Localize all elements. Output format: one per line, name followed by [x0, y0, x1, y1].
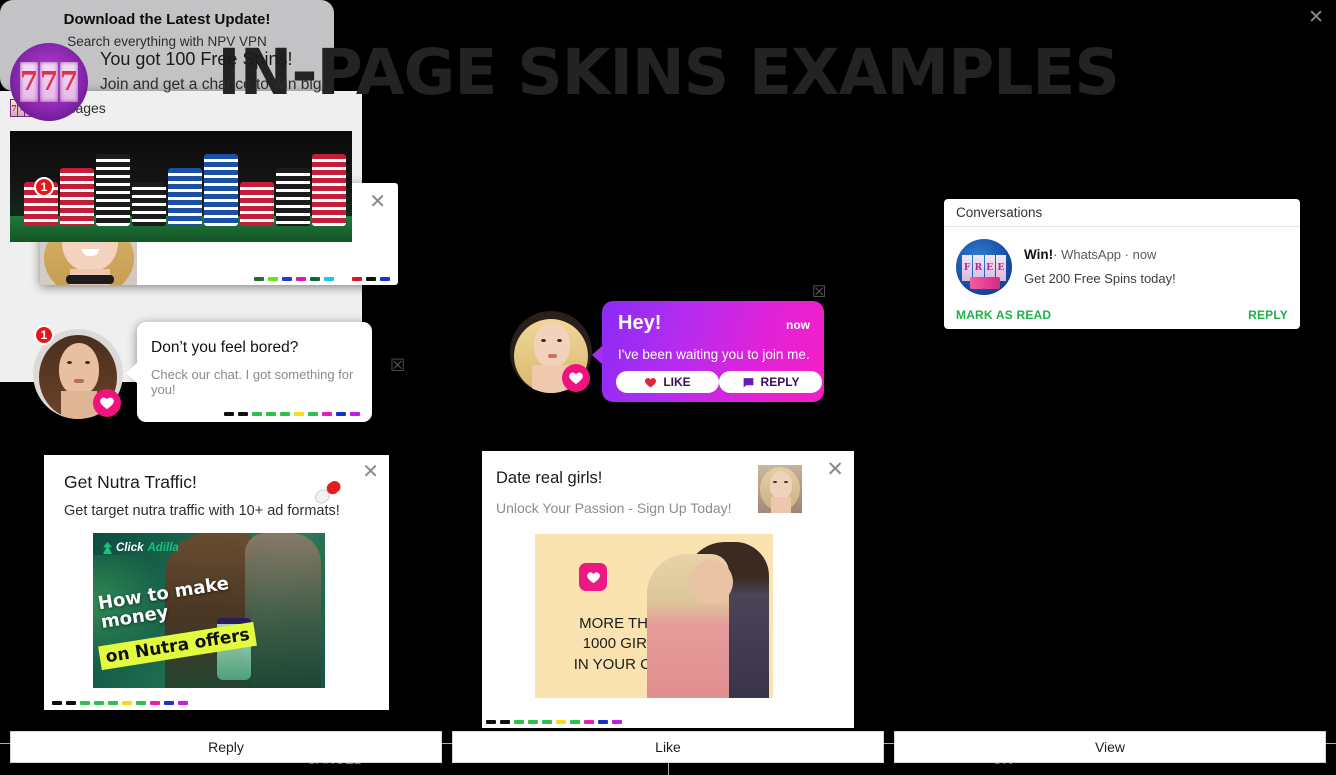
heart-icon: [93, 389, 121, 417]
messages-subtitle: Join and get a chance to win big!: [100, 76, 326, 93]
date-banner-image: MORE THAN 1000 GIRLS IN YOUR CITY: [535, 534, 773, 698]
messages-view-button[interactable]: View: [894, 731, 1326, 763]
dating-app-icon: [579, 563, 607, 591]
color-dash-strip: [52, 701, 192, 705]
ad-card-conversations[interactable]: Conversations FREE Win!· WhatsApp · now …: [944, 199, 1300, 329]
clickadilla-logo: Click Adilla: [103, 542, 179, 554]
comment-icon: [743, 377, 753, 387]
reply-button[interactable]: REPLY: [1248, 308, 1288, 322]
ad-card-bored[interactable]: Don’t you feel bored? Check our chat. I …: [126, 322, 372, 422]
alert-title: Download the Latest Update!: [63, 11, 271, 28]
color-dash-strip: [224, 412, 364, 416]
messages-like-button[interactable]: Like: [452, 731, 884, 763]
heart-icon: [562, 364, 590, 392]
pill-icon: [315, 480, 341, 504]
unread-badge: 1: [34, 325, 54, 345]
conversations-header: Conversations: [944, 199, 1300, 227]
casino-chips-image: [10, 131, 352, 242]
conversations-body: Get 200 Free Spins today!: [1024, 271, 1176, 286]
close-icon[interactable]: ☒: [390, 358, 405, 375]
close-icon[interactable]: ✕: [362, 461, 379, 481]
like-button[interactable]: LIKE: [616, 371, 719, 393]
messages-reply-button[interactable]: Reply: [10, 731, 442, 763]
messages-title: You got 100 Free Spins!: [100, 49, 293, 69]
color-dash-strip: [486, 720, 626, 724]
close-icon[interactable]: ✕: [1308, 8, 1324, 27]
page-title: IN-PAGE SKINS EXAMPLES: [217, 36, 1120, 109]
slot-machine-icon: 777: [10, 43, 88, 121]
heart-icon: [645, 377, 657, 387]
hey-timestamp: now: [786, 318, 810, 332]
ad-card-nutra[interactable]: Get Nutra Traffic! Get target nutra traf…: [44, 455, 389, 710]
unread-badge: 1: [34, 177, 54, 197]
conversations-thumbnail: FREE: [956, 239, 1012, 295]
mark-as-read-button[interactable]: MARK AS READ: [956, 308, 1051, 322]
date-thumbnail: [758, 465, 802, 513]
conversations-sender-line: Win!· WhatsApp · now: [1024, 247, 1157, 262]
close-icon[interactable]: ☒: [812, 284, 826, 300]
color-dash-strip: [254, 277, 394, 281]
messages-action-buttons: Reply Like View: [10, 731, 1326, 763]
hey-title: Hey!: [618, 312, 662, 334]
close-icon[interactable]: ✕: [826, 459, 844, 480]
bored-title: Don’t you feel bored?: [151, 339, 299, 356]
ad-card-date[interactable]: Date real girls! Unlock Your Passion - S…: [482, 451, 854, 728]
clickadilla-mark-icon: [103, 542, 112, 554]
nutra-banner-image: Click Adilla How to make money on Nutra …: [93, 533, 325, 688]
hey-message: I've been waiting you to join me.: [618, 347, 810, 362]
reply-button[interactable]: REPLY: [719, 371, 822, 393]
bored-subtitle: Check our chat. I got something for you!: [151, 367, 354, 397]
close-icon[interactable]: ✕: [369, 191, 386, 211]
ad-card-hey[interactable]: Hey! now I've been waiting you to join m…: [592, 301, 824, 402]
